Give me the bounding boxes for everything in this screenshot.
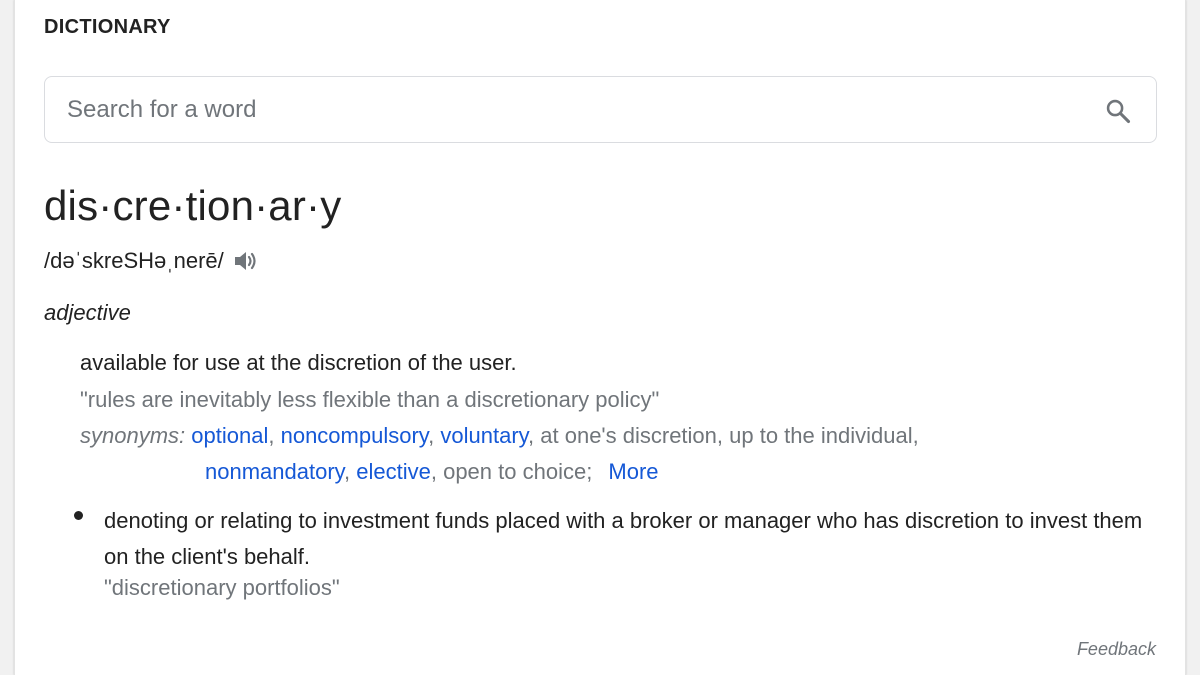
synonym-text: open to choice [443,459,587,484]
synonyms-line-1: synonyms: optional, noncompulsory, volun… [80,423,919,448]
bullet-point [74,511,83,520]
pronunciation: /dəˈskreSHəˌnerē/ [44,248,224,273]
synonym-text: up to the individual [729,423,913,448]
more-synonyms-link[interactable]: More [608,459,658,484]
example-2: "discretionary portfolios" [104,575,340,600]
definition-2: denoting or relating to investment funds… [104,508,1143,569]
synonym-link-nonmandatory[interactable]: nonmandatory [205,459,344,484]
synonyms-label: synonyms: [80,423,186,448]
synonym-link-noncompulsory[interactable]: noncompulsory [281,423,429,448]
definition-1: available for use at the discretion of t… [80,350,517,375]
synonyms-line-2: nonmandatory, elective, open to choice; … [205,459,659,484]
synonym-link-voluntary[interactable]: voluntary [440,423,528,448]
example-1: "rules are inevitably less flexible than… [80,387,660,412]
headword: dis·cre·tion·ar·y [44,182,342,229]
speaker-icon[interactable] [232,248,260,274]
search-input[interactable] [67,77,1067,142]
pronunciation-row: /dəˈskreSHəˌnerē/ [44,246,260,276]
search-box[interactable] [44,76,1157,143]
feedback-link[interactable]: Feedback [1077,639,1156,660]
part-of-speech: adjective [44,300,131,325]
dictionary-card: DICTIONARY dis·cre·tion·ar·y /dəˈskreSHə… [14,0,1186,675]
search-icon[interactable] [1104,97,1132,125]
synonym-link-elective[interactable]: elective [356,459,431,484]
synonym-link-optional[interactable]: optional [191,423,268,448]
synonym-text: at one's discretion [540,423,717,448]
section-title: DICTIONARY [44,16,171,38]
